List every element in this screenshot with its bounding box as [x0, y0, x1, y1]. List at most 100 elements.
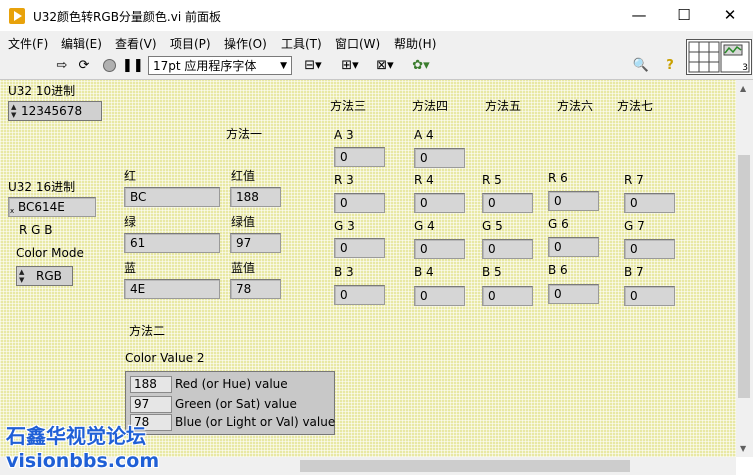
minimize-button[interactable]: —: [616, 0, 662, 31]
g4-label: G 4: [414, 219, 435, 233]
g7-value: 0: [630, 242, 638, 256]
cluster-red-label: Red (or Hue) value: [175, 377, 288, 391]
cluster-green-value: 97: [130, 396, 172, 413]
title-bar: U32颜色转RGB分量颜色.vi 前面板 — ☐ ✕: [0, 0, 753, 31]
g5-indicator: 0: [482, 239, 533, 259]
color-value2-cluster: 188 Red (or Hue) value 97 Green (or Sat)…: [125, 371, 335, 435]
scroll-up-icon[interactable]: ▲: [740, 84, 746, 93]
g4-value: 0: [420, 242, 428, 256]
color-mode-control[interactable]: ▲ ▼ RGB: [16, 266, 73, 286]
red-hex-indicator: BC: [124, 187, 220, 207]
g6-label: G 6: [548, 217, 569, 231]
u32-dec-control[interactable]: ▲ ▼ 12345678: [8, 101, 102, 121]
green-hex-value: 61: [130, 236, 146, 250]
method4-title: 方法四: [412, 99, 449, 113]
menu-window[interactable]: 窗口(W): [335, 35, 380, 52]
menu-edit[interactable]: 编辑(E): [61, 35, 102, 52]
green-hex-indicator: 61: [124, 233, 220, 253]
maximize-button[interactable]: ☐: [661, 0, 707, 31]
blue-value-indicator: 78: [230, 279, 281, 299]
blue-hex-value: 4E: [130, 282, 146, 296]
r3-value: 0: [340, 196, 348, 210]
font-select-value: 17pt 应用程序字体: [153, 59, 257, 73]
toolbar: ⇨ ⟳ ❚❚ 17pt 应用程序字体 ▼ ⊟▾ ⊞▾ ⊠▾ ✿▾ 🔍 ?: [0, 53, 753, 80]
red-value-label: 红值: [231, 169, 256, 183]
menu-file[interactable]: 文件(F): [8, 35, 48, 52]
scroll-down-icon[interactable]: ▼: [740, 444, 746, 453]
red-value-indicator: 188: [230, 187, 281, 207]
g7-indicator: 0: [624, 239, 675, 259]
a4-indicator: 0: [414, 148, 465, 168]
b6-indicator: 0: [548, 284, 599, 304]
front-panel[interactable]: U32 10进制 ▲ ▼ 12345678 U32 16进制 x BC614E R…: [0, 80, 736, 457]
b7-indicator: 0: [624, 286, 675, 306]
reorder-icon[interactable]: ✿▾: [408, 57, 434, 75]
align-objects-icon[interactable]: ⊟▾: [300, 57, 326, 75]
connector-pane[interactable]: 3: [686, 39, 752, 75]
r3-indicator: 0: [334, 193, 385, 213]
menu-project[interactable]: 项目(P): [170, 35, 211, 52]
spin-arrows-icon[interactable]: ▲ ▼: [19, 268, 24, 284]
close-button[interactable]: ✕: [707, 0, 753, 31]
green-label: 绿: [124, 215, 137, 229]
blue-hex-indicator: 4E: [124, 279, 220, 299]
watermark-forum-name: 石鑫华视觉论坛: [6, 424, 146, 448]
cluster-red-value: 188: [130, 376, 172, 393]
r5-indicator: 0: [482, 193, 533, 213]
u32-dec-value: 12345678: [21, 104, 83, 118]
b4-indicator: 0: [414, 286, 465, 306]
labview-vi-icon: [9, 8, 25, 24]
a4-value: 0: [420, 151, 428, 165]
u32-hex-indicator: x BC614E: [8, 197, 96, 217]
watermark-url: visionbbs.com: [6, 450, 160, 472]
r4-value: 0: [420, 196, 428, 210]
menu-tools[interactable]: 工具(T): [281, 35, 322, 52]
chevron-down-icon: ▼: [280, 61, 287, 71]
run-continuously-icon[interactable]: ⟳: [76, 57, 92, 75]
search-icon[interactable]: 🔍: [630, 57, 652, 75]
method3-title: 方法三: [330, 99, 367, 113]
r6-label: R 6: [548, 171, 568, 185]
vertical-scroll-thumb[interactable]: [738, 155, 750, 398]
method1-title: 方法一: [226, 127, 263, 141]
spin-arrows-icon[interactable]: ▲ ▼: [11, 103, 16, 119]
r4-indicator: 0: [414, 193, 465, 213]
b4-value: 0: [420, 289, 428, 303]
pause-icon[interactable]: ❚❚: [122, 57, 144, 75]
a3-value: 0: [340, 150, 348, 164]
r7-value: 0: [630, 196, 638, 210]
resize-objects-icon[interactable]: ⊠▾: [372, 57, 398, 75]
a4-label: A 4: [414, 128, 434, 142]
font-select[interactable]: 17pt 应用程序字体 ▼: [148, 56, 292, 75]
rgb-letters: R G B: [19, 223, 53, 237]
b5-value: 0: [488, 289, 496, 303]
menu-help[interactable]: 帮助(H): [394, 35, 436, 52]
r6-indicator: 0: [548, 191, 599, 211]
r3-label: R 3: [334, 173, 354, 187]
g7-label: G 7: [624, 219, 645, 233]
a3-indicator: 0: [334, 147, 385, 167]
menu-view[interactable]: 查看(V): [115, 35, 157, 52]
g3-value: 0: [340, 241, 348, 255]
red-hex-value: BC: [130, 190, 147, 204]
connector-pane-number: 3: [742, 63, 748, 73]
color-mode-value: RGB: [36, 269, 62, 283]
g6-value: 0: [554, 240, 562, 254]
a3-label: A 3: [334, 128, 354, 142]
window-title: U32颜色转RGB分量颜色.vi 前面板: [33, 10, 221, 24]
b5-indicator: 0: [482, 286, 533, 306]
color-value2-label: Color Value 2: [125, 351, 205, 365]
red-label: 红: [124, 169, 137, 183]
blue-value: 78: [236, 282, 252, 296]
abort-icon[interactable]: [101, 57, 117, 75]
method5-title: 方法五: [485, 99, 522, 113]
horizontal-scroll-thumb[interactable]: [300, 460, 630, 472]
vertical-scrollbar[interactable]: ▲ ▼: [736, 80, 753, 457]
green-value: 97: [236, 236, 252, 250]
u32-hex-value: BC614E: [18, 200, 65, 214]
distribute-objects-icon[interactable]: ⊞▾: [337, 57, 363, 75]
b3-indicator: 0: [334, 285, 385, 305]
menu-operate[interactable]: 操作(O): [224, 35, 267, 52]
help-icon[interactable]: ?: [662, 57, 678, 75]
run-arrow-icon[interactable]: ⇨: [54, 57, 70, 75]
